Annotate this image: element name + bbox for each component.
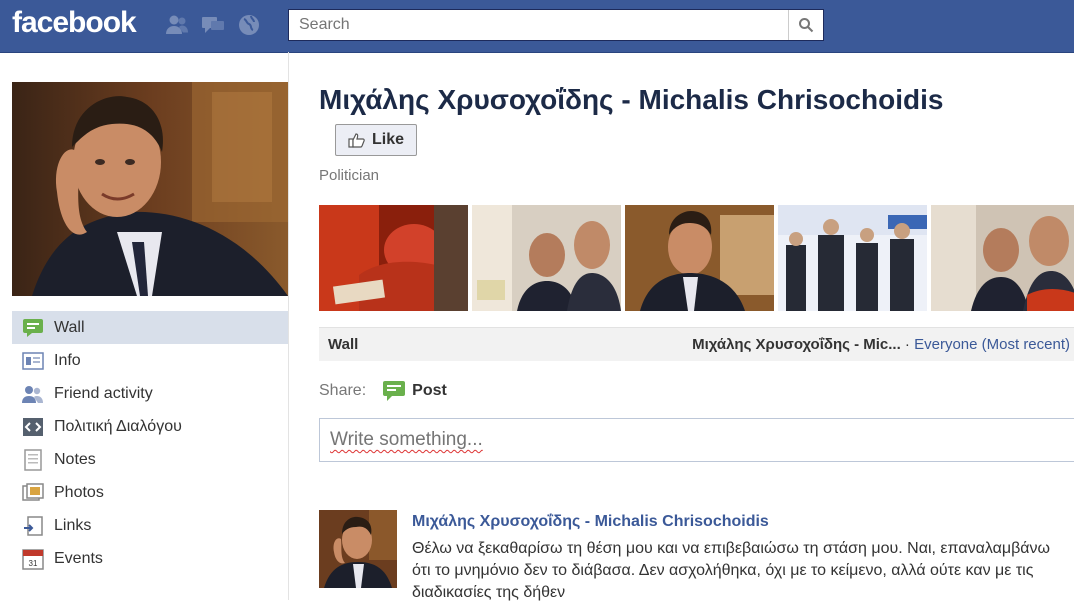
wall-bar-title: Wall <box>328 336 359 353</box>
sidebar-item-notes[interactable]: Notes <box>12 443 288 476</box>
sidebar-item-links[interactable]: Links <box>12 509 288 542</box>
wall-filter: Μιχάλης Χρυσοχοΐδης - Mic... · Everyone … <box>692 336 1070 353</box>
sidebar-item-label: Wall <box>54 318 85 336</box>
thumbs-up-icon <box>348 132 366 148</box>
code-icon <box>22 416 44 438</box>
sidebar-item-wall[interactable]: Wall <box>12 311 288 344</box>
story-author-link[interactable]: Μιχάλης Χρυσοχοΐδης - Michalis Chrisocho… <box>412 513 769 531</box>
wall-filter-separator: · <box>900 336 915 353</box>
info-icon <box>22 350 44 372</box>
photo-thumbnail[interactable] <box>778 205 927 311</box>
search-box <box>288 9 824 41</box>
wall-filter-everyone-link[interactable]: Everyone (Most recent) <box>914 336 1070 353</box>
photo-thumbnail[interactable] <box>931 205 1074 311</box>
share-bar: Share: Post <box>319 380 447 402</box>
photo-thumbnail[interactable] <box>625 205 774 311</box>
main-column: Μιχάλης Χρυσοχοΐδης - Michalis Chrisocho… <box>319 52 1074 601</box>
share-label: Share: <box>319 382 367 399</box>
page-title: Μιχάλης Χρυσοχοΐδης - Michalis Chrisocho… <box>319 84 944 115</box>
friend-requests-icon[interactable] <box>164 12 190 38</box>
left-column: Wall Info Friend activity Πολιτική Διαλό… <box>0 52 289 600</box>
top-bar: facebook <box>0 0 1074 53</box>
facebook-logo[interactable]: facebook <box>12 6 137 40</box>
sidebar-item-label: Info <box>54 351 81 369</box>
sidebar-item-politiki-dialogou[interactable]: Πολιτική Διαλόγου <box>12 410 288 443</box>
sidebar-item-label: Friend activity <box>54 384 153 402</box>
sidebar-item-label: Πολιτική Διαλόγου <box>54 417 182 435</box>
search-icon <box>799 18 814 33</box>
search-button[interactable] <box>788 10 823 40</box>
sidebar-item-info[interactable]: Info <box>12 344 288 377</box>
svg-text:31: 31 <box>29 559 38 568</box>
sidebar-item-events[interactable]: 31 Events <box>12 542 288 575</box>
wall-filter-bar: Wall Μιχάλης Χρυσοχοΐδης - Mic... · Ever… <box>319 327 1074 361</box>
status-post-icon <box>382 380 406 402</box>
events-icon: 31 <box>22 548 44 570</box>
photo-thumbnail[interactable] <box>319 205 468 311</box>
profile-picture[interactable] <box>12 82 288 296</box>
photos-icon <box>22 482 44 504</box>
sidebar-item-label: Links <box>54 516 92 534</box>
wall-filter-page[interactable]: Μιχάλης Χρυσοχοΐδης - Mic... <box>692 336 901 353</box>
like-button[interactable]: Like <box>335 124 417 156</box>
friends-icon <box>22 383 44 405</box>
notifications-icon[interactable] <box>236 12 262 38</box>
like-button-label: Like <box>371 131 404 148</box>
composer-box <box>319 418 1074 462</box>
wall-icon <box>22 317 44 339</box>
story-author-avatar[interactable] <box>319 510 397 588</box>
jewel-group <box>164 12 262 38</box>
photo-strip <box>319 205 1074 311</box>
messages-icon[interactable] <box>200 12 226 38</box>
sidebar-item-label: Notes <box>54 450 96 468</box>
photo-thumbnail[interactable] <box>472 205 621 311</box>
page-category: Politician <box>319 167 380 184</box>
links-icon <box>22 515 44 537</box>
composer-input[interactable] <box>320 419 1074 461</box>
sidebar-item-friend-activity[interactable]: Friend activity <box>12 377 288 410</box>
sidebar-item-photos[interactable]: Photos <box>12 476 288 509</box>
post-tab[interactable]: Post <box>382 380 447 402</box>
post-tab-label: Post <box>412 382 447 399</box>
sidebar-item-label: Events <box>54 549 103 567</box>
notes-icon <box>22 448 44 471</box>
search-input[interactable] <box>289 10 789 40</box>
sidebar-nav: Wall Info Friend activity Πολιτική Διαλό… <box>12 311 288 575</box>
sidebar-item-label: Photos <box>54 483 104 501</box>
story-text: Θέλω να ξεκαθαρίσω τη θέση μου και να επ… <box>412 540 1051 601</box>
